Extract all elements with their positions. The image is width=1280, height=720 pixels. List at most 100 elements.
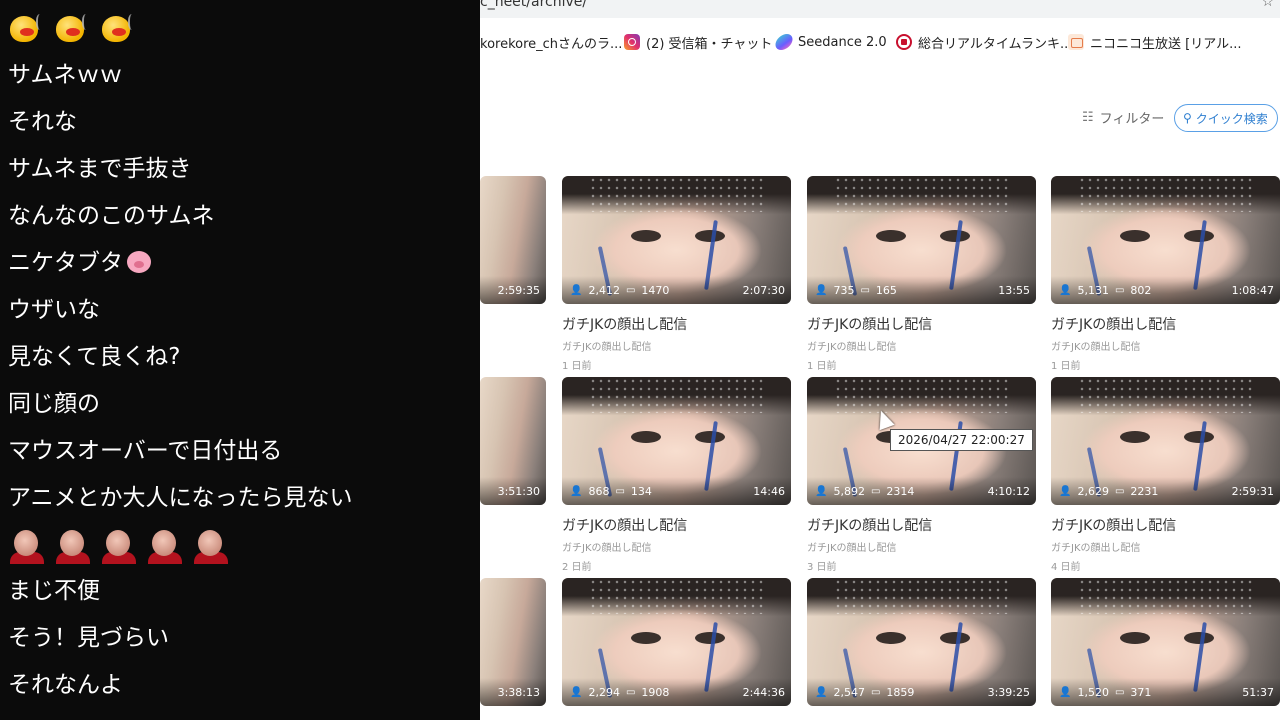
video-thumbnail[interactable]: 👤 2,294 ▭ 1908 2:44:36 <box>562 578 791 706</box>
instagram-icon <box>624 34 640 50</box>
comment-count: 371 <box>1130 686 1152 699</box>
comment-icon: ▭ <box>1114 486 1125 497</box>
video-thumbnail[interactable]: 👤 2,547 ▭ 1859 3:39:25 <box>807 578 1036 706</box>
video-duration: 2:44:36 <box>742 686 785 699</box>
filter-label: フィルター <box>1099 112 1165 127</box>
seedance-icon <box>773 34 795 50</box>
comment-icon: ▭ <box>1114 687 1125 698</box>
browser-window: c_heet/archive/ ☆ korekore_chさんのラ... (2)… <box>480 0 1280 720</box>
video-card[interactable]: 👤 2,412 ▭ 1470 2:07:30 ガチJKの顔出し配信 ガチJKの顔出し… <box>562 176 791 372</box>
comment-icon: ▭ <box>615 486 625 497</box>
video-title[interactable]: ガチJKの顔出し配信 <box>807 314 1036 334</box>
video-title[interactable]: ガチJKの顔出し配信 <box>562 314 791 334</box>
pig-icon <box>127 250 151 273</box>
video-card[interactable]: 👤 2,294 ▭ 1908 2:44:36 <box>562 578 791 706</box>
video-stats: 👤 5,892 ▭ 2314 <box>815 485 914 498</box>
video-thumbnail[interactable]: 👤 868 ▭ 134 14:46 <box>562 377 791 505</box>
video-thumbnail[interactable]: 3:51:30 <box>480 377 546 505</box>
video-card[interactable]: 👤 5,131 ▭ 802 1:08:47 ガチJKの顔出し配信 ガチJKの顔出し配… <box>1051 176 1280 372</box>
comment-icon: ▭ <box>1114 285 1125 296</box>
video-card-partial[interactable]: 3:38:13 <box>480 578 546 706</box>
video-stats: 👤 2,629 ▭ 2231 <box>1059 485 1158 498</box>
filter-button[interactable]: ☷ フィルター <box>1082 108 1164 127</box>
bookmark-star-icon[interactable]: ☆ <box>1261 0 1274 10</box>
chat-message-with-emoji: ニケタブタ <box>8 248 151 278</box>
video-title[interactable]: ガチJKの顔出し配信 <box>562 515 791 535</box>
address-bar[interactable]: c_heet/archive/ ☆ <box>480 0 1280 18</box>
bookmark-item[interactable]: korekore_chさんのラ... <box>480 28 622 56</box>
video-card[interactable]: 👤 1,520 ▭ 371 51:37 <box>1051 578 1280 706</box>
video-card[interactable]: 👤 868 ▭ 134 14:46 ガチJKの顔出し配信 ガチJKの顔出し配信 2 … <box>562 377 791 573</box>
comment-count: 2314 <box>886 485 915 498</box>
smoking-duck-icon <box>8 12 48 46</box>
bookmark-item[interactable]: (2) 受信箱・チャット <box>624 28 772 56</box>
comment-count: 1859 <box>886 686 915 699</box>
emoji-row-ducks <box>8 12 140 46</box>
video-subtitle: ガチJKの顔出し配信 <box>1051 543 1141 554</box>
bald-man-icon <box>100 528 140 564</box>
comment-count: 134 <box>630 485 652 498</box>
video-title[interactable]: ガチJKの顔出し配信 <box>1051 314 1280 334</box>
smoking-duck-icon <box>100 12 140 46</box>
video-thumbnail[interactable]: 👤 5,131 ▭ 802 1:08:47 <box>1051 176 1280 304</box>
video-subtitle: ガチJKの顔出し配信 <box>562 342 652 353</box>
chat-overlay: サムネｗｗ それな サムネまで手抜き なんなのこのサムネ ニケタブタ ウザいな … <box>0 0 480 720</box>
bookmark-label: korekore_chさんのラ... <box>480 36 623 52</box>
video-card[interactable]: 👤 2,547 ▭ 1859 3:39:25 <box>807 578 1036 706</box>
view-count: 2,547 <box>833 686 865 699</box>
video-thumbnail[interactable]: 👤 2,412 ▭ 1470 2:07:30 <box>562 176 791 304</box>
chat-message: それな <box>8 109 77 135</box>
video-date: 1 日前 <box>1051 361 1081 372</box>
video-duration: 3:39:25 <box>987 686 1030 699</box>
bookmark-item[interactable]: 総合リアルタイムランキ... <box>896 28 1072 56</box>
smoking-duck-icon <box>54 12 94 46</box>
video-card[interactable]: 👤 735 ▭ 165 13:55 ガチJKの顔出し配信 ガチJKの顔出し配信 1 … <box>807 176 1036 372</box>
view-count: 2,412 <box>588 284 620 297</box>
video-thumbnail[interactable]: 3:38:13 <box>480 578 546 706</box>
view-count: 2,294 <box>588 686 620 699</box>
chat-message: それなんよ <box>8 672 123 698</box>
quick-search-button[interactable]: ⚲ クイック検索 <box>1174 104 1278 132</box>
chat-message: ニケタブタ <box>8 250 123 276</box>
video-subtitle: ガチJKの顔出し配信 <box>562 543 652 554</box>
viewer-icon: 👤 <box>1059 486 1072 497</box>
video-title[interactable]: ガチJKの顔出し配信 <box>1051 515 1280 535</box>
video-card[interactable]: 👤 2,629 ▭ 2231 2:59:31 ガチJKの顔出し配信 ガチJKの顔出し… <box>1051 377 1280 573</box>
video-thumbnail[interactable]: 👤 1,520 ▭ 371 51:37 <box>1051 578 1280 706</box>
comment-count: 2231 <box>1130 485 1159 498</box>
date-tooltip: 2026/04/27 22:00:27 <box>890 429 1033 451</box>
view-count: 735 <box>833 284 855 297</box>
chat-message: 見なくて良くね? <box>8 344 181 370</box>
viewer-icon: 👤 <box>815 687 828 698</box>
video-duration: 3:51:30 <box>497 485 540 498</box>
comment-count: 1908 <box>641 686 670 699</box>
video-subtitle: ガチJKの顔出し配信 <box>807 543 897 554</box>
video-thumbnail[interactable]: 2:59:35 <box>480 176 546 304</box>
video-subtitle: ガチJKの顔出し配信 <box>807 342 897 353</box>
video-card-partial[interactable]: 3:51:30 <box>480 377 546 505</box>
bookmark-label: Seedance 2.0 <box>798 34 887 50</box>
bookmark-item[interactable]: Seedance 2.0 <box>773 28 887 56</box>
video-title[interactable]: ガチJKの顔出し配信 <box>807 515 1036 535</box>
bookmark-label: (2) 受信箱・チャット <box>646 36 773 52</box>
video-card-partial[interactable]: 2:59:35 <box>480 176 546 304</box>
bookmark-label: 総合リアルタイムランキ... <box>918 36 1073 52</box>
quick-search-label: クイック検索 <box>1195 111 1268 126</box>
video-duration: 1:08:47 <box>1231 284 1274 297</box>
video-card[interactable]: 👤 5,892 ▭ 2314 4:10:12 ガチJKの顔出し配信 ガチJKの顔出し… <box>807 377 1036 573</box>
bookmark-item[interactable]: ニコニコ生放送 [リアル... <box>1068 28 1241 56</box>
video-duration: 3:38:13 <box>497 686 540 699</box>
video-duration: 14:46 <box>753 485 785 498</box>
video-date: 1 日前 <box>562 361 592 372</box>
video-duration: 4:10:12 <box>987 485 1030 498</box>
video-duration: 13:55 <box>998 284 1030 297</box>
video-date: 3 日前 <box>807 562 837 573</box>
comment-icon: ▭ <box>860 285 870 296</box>
chat-message: まじ不便 <box>8 578 100 604</box>
viewer-icon: 👤 <box>570 687 583 698</box>
video-stats: 👤 2,294 ▭ 1908 <box>570 686 669 699</box>
video-thumbnail[interactable]: 👤 2,629 ▭ 2231 2:59:31 <box>1051 377 1280 505</box>
comment-count: 165 <box>875 284 897 297</box>
video-thumbnail[interactable]: 👤 735 ▭ 165 13:55 <box>807 176 1036 304</box>
video-duration: 51:37 <box>1242 686 1274 699</box>
